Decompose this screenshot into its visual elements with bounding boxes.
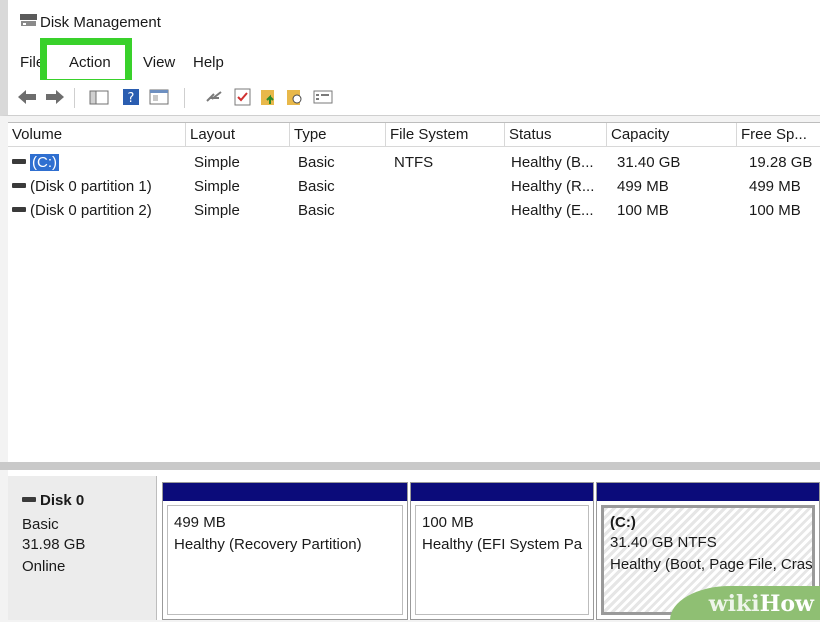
capacity-cell: 499 MB [617,178,669,195]
back-arrow-icon[interactable] [16,86,38,108]
disk-name: Disk 0 [22,492,84,509]
folder-up-icon[interactable] [258,86,280,108]
table-row[interactable]: (C:) Simple Basic NTFS Healthy (B... 31.… [8,151,820,175]
list-view-icon[interactable] [312,86,334,108]
disk-info-box[interactable]: Disk 0 Basic 31.98 GB Online [8,476,157,620]
volume-disk-icon [12,206,26,212]
toolbar-separator [184,88,185,108]
file-system-cell: NTFS [394,154,434,171]
partition-size: 100 MB [422,514,474,531]
toolbar: ? [0,80,820,116]
column-header-free-space[interactable]: Free Sp... [737,123,820,147]
column-header-capacity[interactable]: Capacity [607,123,737,147]
volume-name: (Disk 0 partition 1) [30,178,152,195]
layout-cell: Simple [194,202,240,219]
console-tree-icon[interactable] [88,86,110,108]
disk-size: 31.98 GB [22,536,86,553]
action-menu-highlight [40,38,132,86]
column-header-status[interactable]: Status [505,123,607,147]
partition-size: 31.40 GB NTFS [610,534,717,551]
partition-status: Healthy (EFI System Pa [422,536,583,553]
disk-type: Basic [22,516,59,533]
volume-cell: (Disk 0 partition 1) [12,175,188,199]
table-row[interactable]: (Disk 0 partition 2) Simple Basic Health… [8,199,820,223]
folder-search-icon[interactable] [284,86,306,108]
volume-name: (Disk 0 partition 2) [30,202,152,219]
window-title: Disk Management [40,14,161,31]
volume-list[interactable]: Volume Layout Type File System Status Ca… [8,122,820,463]
free-space-cell: 499 MB [749,178,801,195]
partition-header-bar [411,483,593,501]
pane-splitter[interactable] [0,462,820,470]
partition-status: Healthy (Boot, Page File, Cras [610,556,812,573]
connect-icon[interactable] [204,86,226,108]
type-cell: Basic [298,154,335,171]
disk-management-app-icon [20,14,37,26]
partition-title: (C:) [610,514,636,531]
help-icon[interactable]: ? [120,86,142,108]
type-cell: Basic [298,178,335,195]
column-header-volume[interactable]: Volume [8,123,186,147]
volume-disk-icon [12,158,26,164]
partition-size: 499 MB [174,514,226,531]
status-cell: Healthy (B... [511,154,594,171]
layout-cell: Simple [194,178,240,195]
table-row[interactable]: (Disk 0 partition 1) Simple Basic Health… [8,175,820,199]
free-space-cell: 19.28 GB [749,154,813,171]
partition-status: Healthy (Recovery Partition) [174,536,362,553]
volume-cell: (Disk 0 partition 2) [12,199,188,223]
column-header-file-system[interactable]: File System [386,123,505,147]
column-header-type[interactable]: Type [290,123,386,147]
capacity-cell: 100 MB [617,202,669,219]
volume-cell: (C:) [12,151,184,175]
menu-help[interactable]: Help [193,54,224,71]
disk-status: Online [22,558,66,575]
layout-cell: Simple [194,154,240,171]
check-icon[interactable] [232,86,254,108]
toolbar-separator [74,88,75,108]
disk-icon [22,496,36,502]
column-header-layout[interactable]: Layout [186,123,290,147]
disk-graphical-view: Disk 0 Basic 31.98 GB Online 499 MB Heal… [8,470,820,620]
volume-name-selected: (C:) [30,154,59,171]
forward-arrow-icon[interactable] [44,86,66,108]
volume-disk-icon [12,182,26,188]
status-cell: Healthy (R... [511,178,595,195]
svg-text:?: ? [128,91,135,106]
partition-efi[interactable]: 100 MB Healthy (EFI System Pa [410,482,594,620]
free-space-cell: 100 MB [749,202,801,219]
capacity-cell: 31.40 GB [617,154,681,171]
partition-recovery[interactable]: 499 MB Healthy (Recovery Partition) [162,482,408,620]
partition-header-bar [597,483,819,501]
partition-header-bar [163,483,407,501]
status-cell: Healthy (E... [511,202,594,219]
type-cell: Basic [298,202,335,219]
menu-view[interactable]: View [143,54,175,71]
properties-icon[interactable] [148,86,170,108]
